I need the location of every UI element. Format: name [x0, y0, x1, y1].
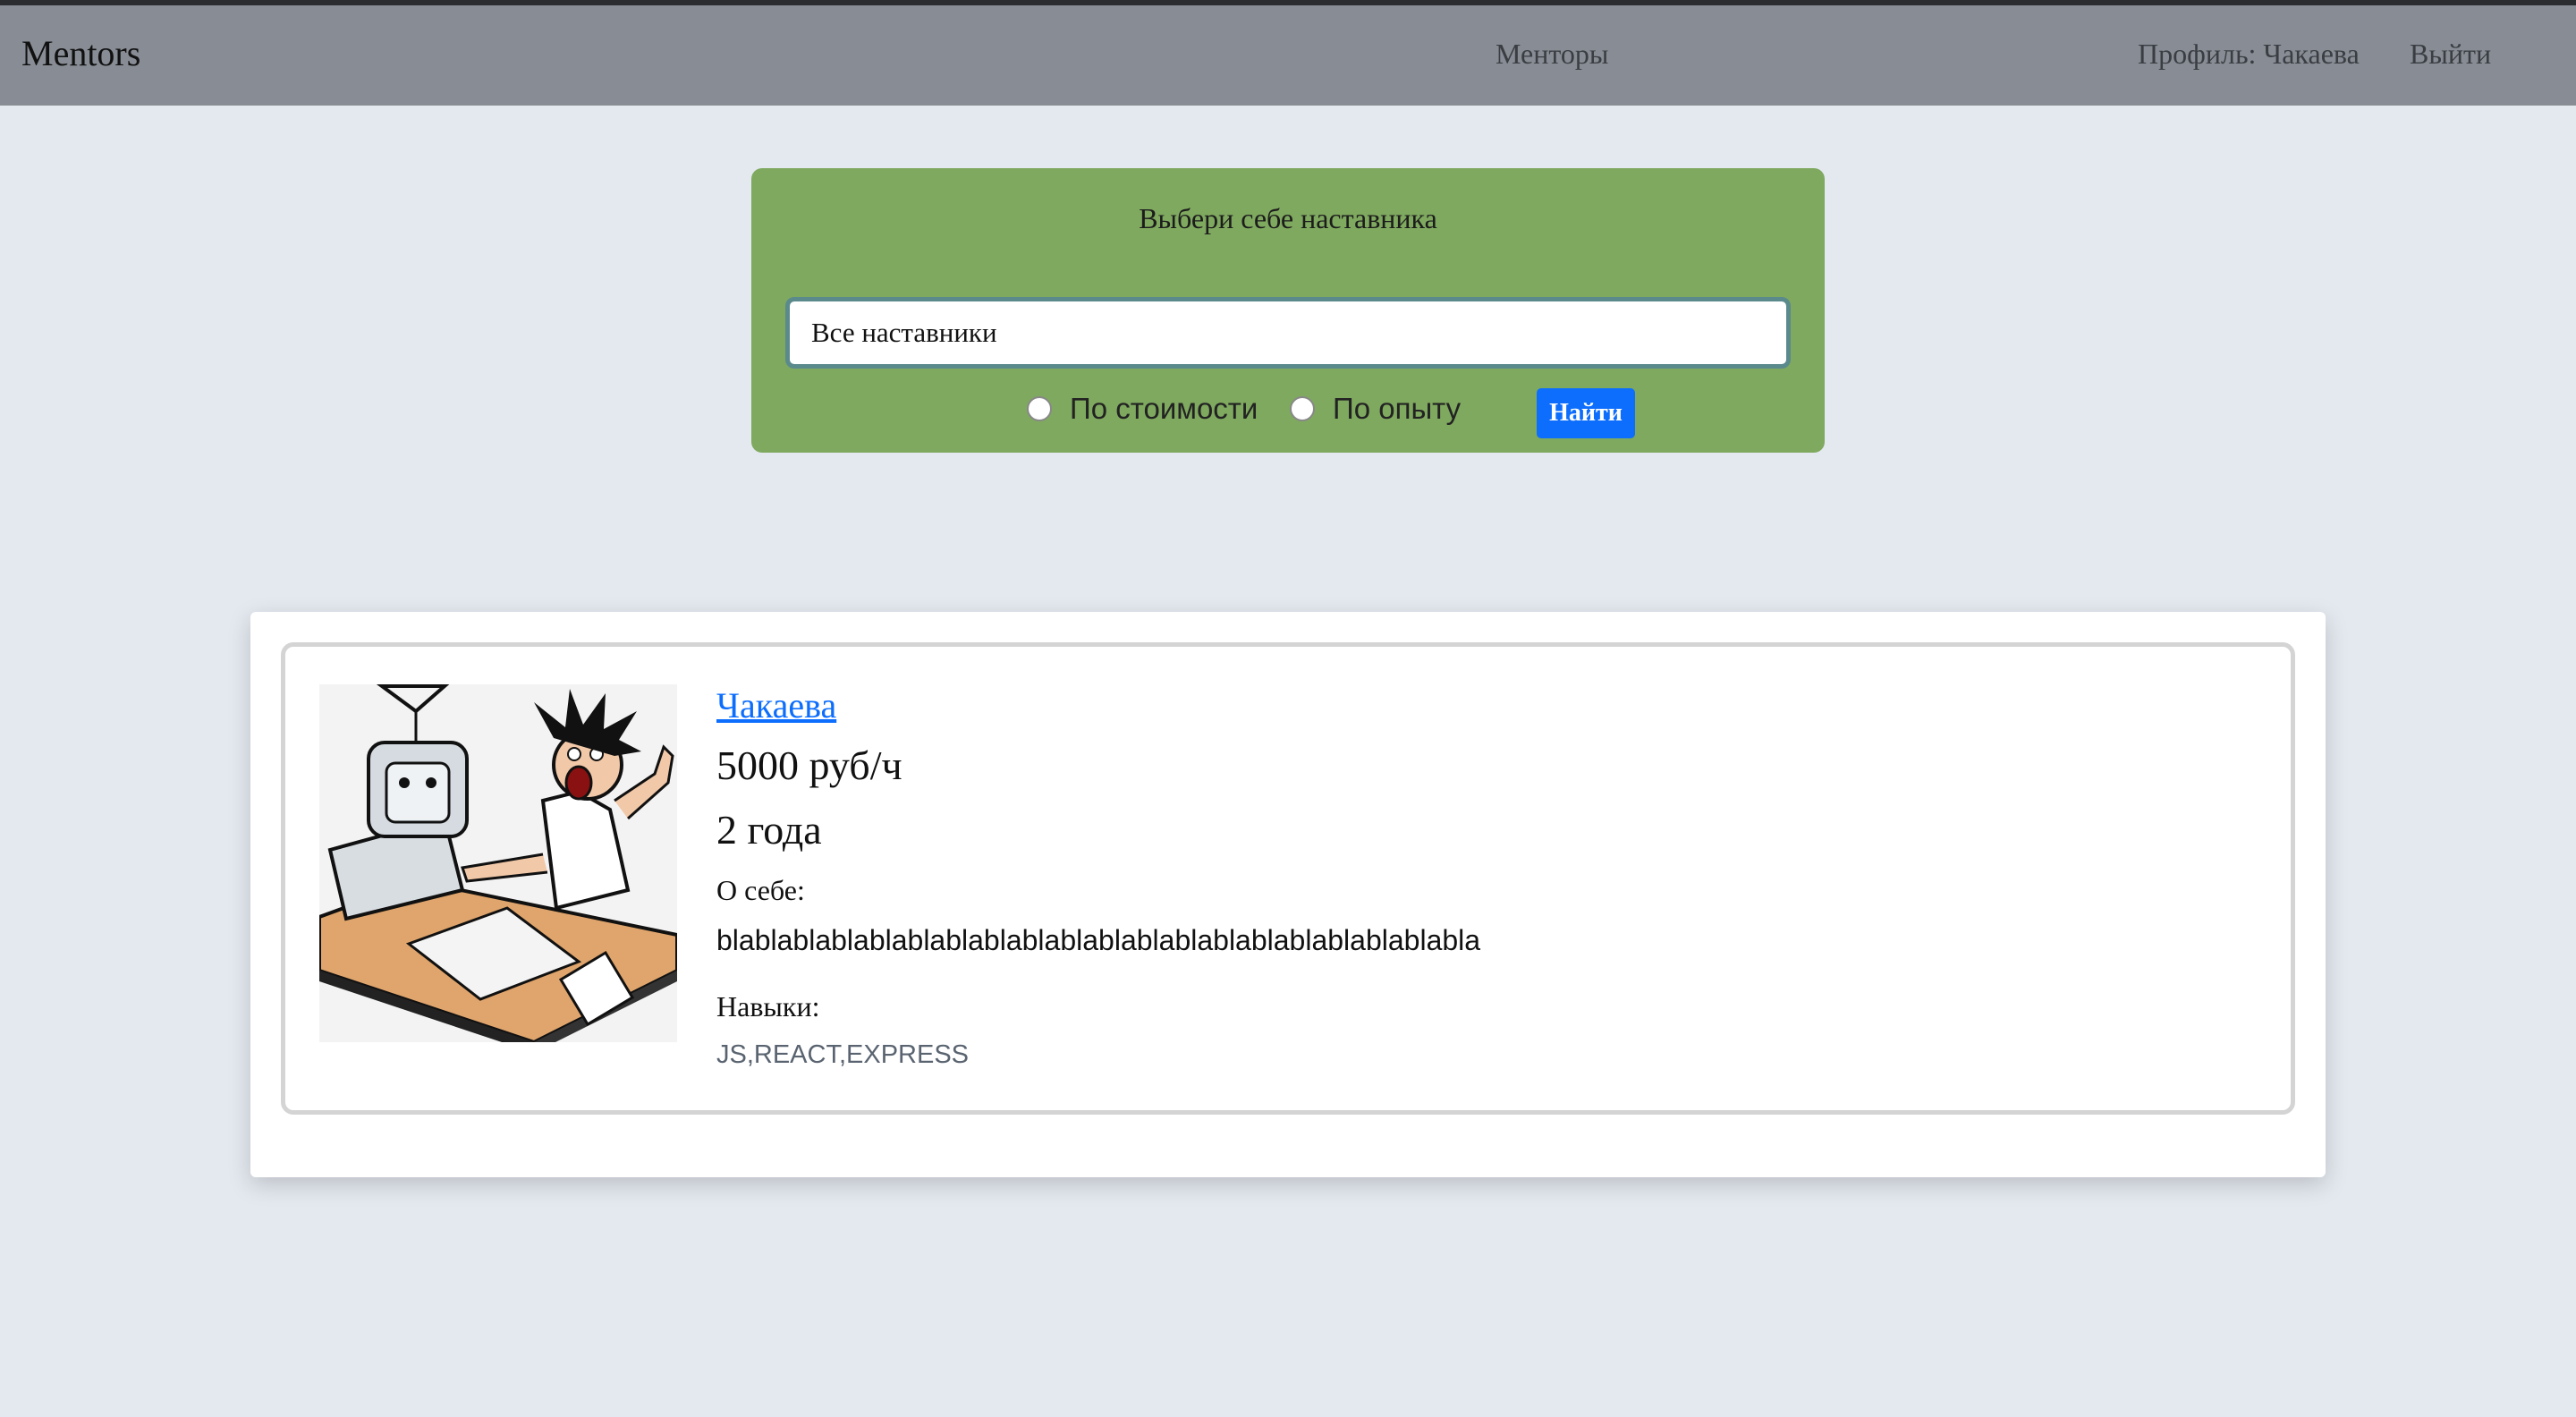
radio-sort-price[interactable]: По стоимости — [1027, 392, 1258, 426]
radio-price-label: По стоимости — [1070, 392, 1258, 425]
navbar: Mentors Менторы Профиль: Чакаева Выйти — [0, 5, 2576, 106]
nav-link-mentors[interactable]: Менторы — [1496, 38, 1608, 71]
nav-link-logout[interactable]: Выйти — [2410, 38, 2491, 71]
radio-sort-experience[interactable]: По опыту — [1290, 392, 1461, 426]
mentor-price: 5000 руб/ч — [716, 742, 902, 788]
mentor-name-link[interactable]: Чакаева — [716, 684, 836, 726]
search-title: Выбери себе наставника — [1139, 202, 1437, 234]
mentor-experience: 2 года — [716, 807, 822, 853]
skills-text: JS,REACT,EXPRESS — [716, 1040, 970, 1069]
results-panel: Чакаева 5000 руб/ч 2 года О себе: blabla… — [250, 612, 2326, 1177]
about-label: О себе: — [716, 874, 805, 906]
nav-link-profile[interactable]: Профиль: Чакаева — [2138, 38, 2360, 71]
search-input[interactable] — [785, 297, 1791, 369]
find-button[interactable]: Найти — [1537, 388, 1635, 438]
brand-link[interactable]: Mentors — [21, 32, 140, 74]
radio-experience-label: По опыту — [1333, 392, 1462, 425]
programmer-cartoon-icon — [318, 684, 679, 1053]
about-text: blablablablablablablablablablablablablab… — [716, 924, 1481, 956]
search-panel: Выбери себе наставника По стоимости По о… — [751, 168, 1825, 453]
mentor-card: Чакаева 5000 руб/ч 2 года О себе: blabla… — [281, 642, 2295, 1115]
radio-experience-circle[interactable] — [1290, 396, 1315, 421]
skills-label: Навыки: — [716, 990, 820, 1022]
radio-price-circle[interactable] — [1027, 396, 1052, 421]
